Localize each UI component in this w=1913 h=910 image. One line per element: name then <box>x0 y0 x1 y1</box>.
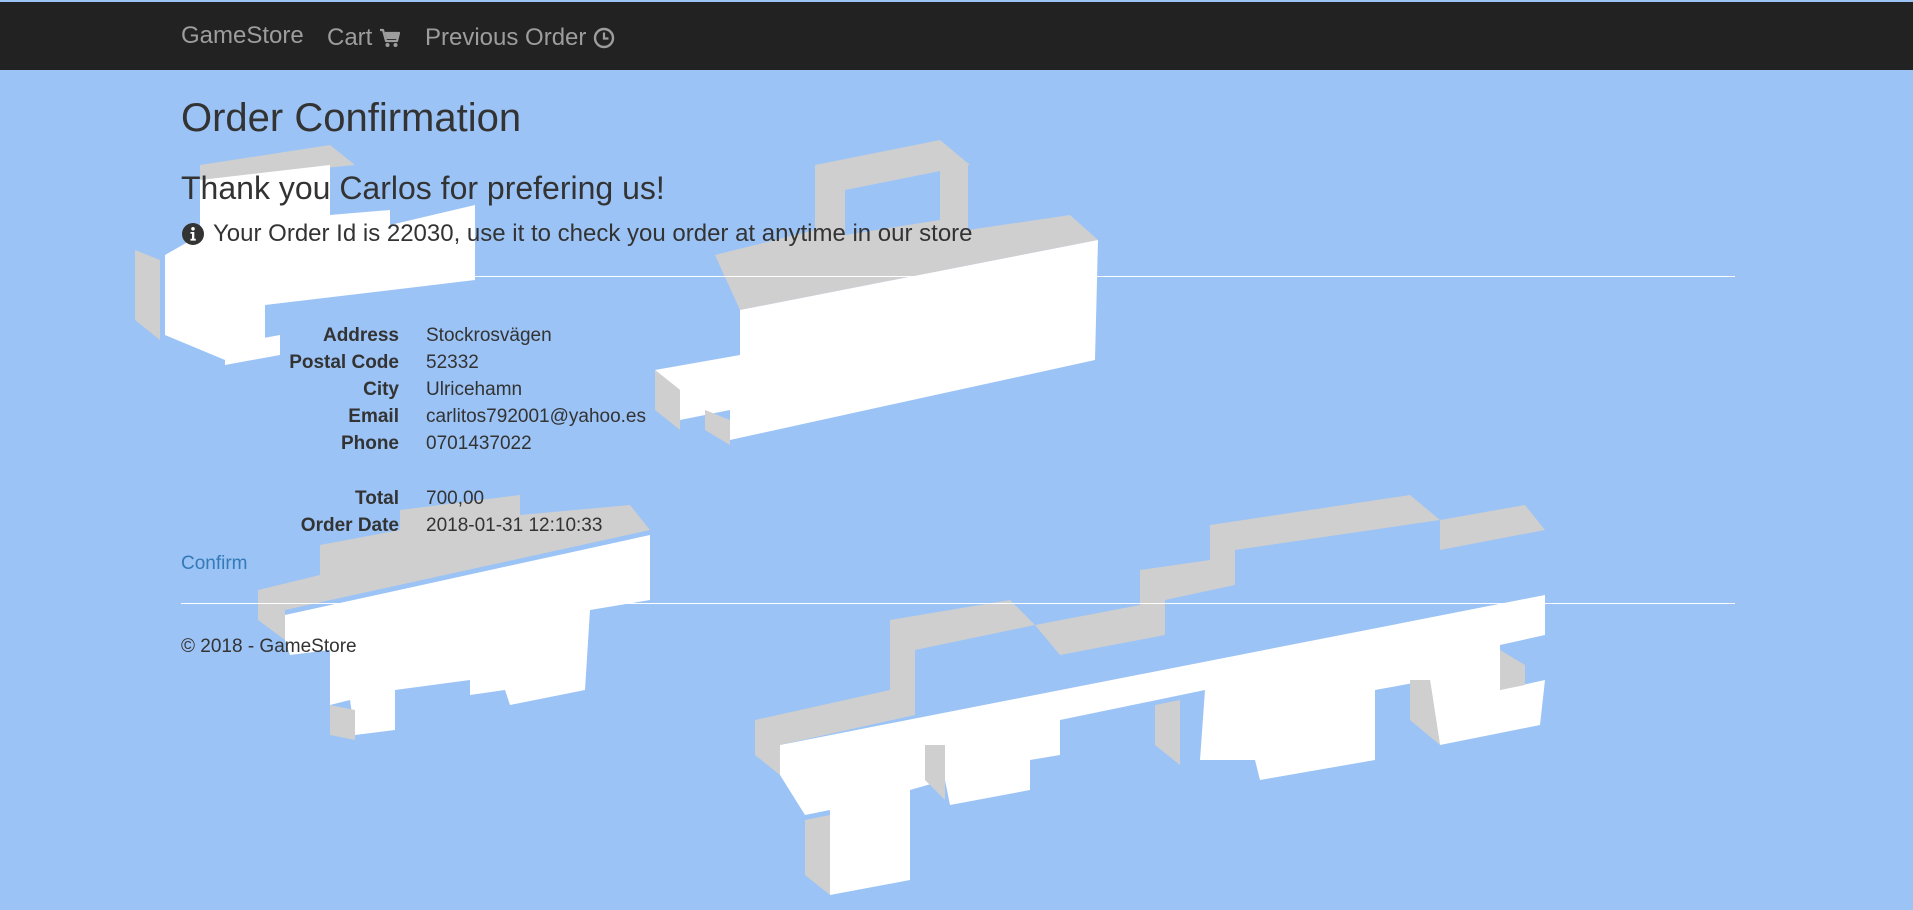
order-id-text: Your Order Id is 22030, use it to check … <box>213 220 973 247</box>
order-id-message: Your Order Id is 22030, use it to check … <box>181 220 973 248</box>
nav-cart-label: Cart <box>327 24 373 51</box>
divider-bottom <box>181 603 1735 604</box>
thank-you-heading: Thank you Carlos for prefering us! <box>181 170 665 206</box>
footer-copyright: © 2018 - GameStore <box>181 636 357 657</box>
detail-label-total: Total <box>355 488 399 509</box>
detail-label-phone: Phone <box>340 433 399 454</box>
shopping-cart-icon <box>380 28 401 47</box>
nav-previous-order-label: Previous Order <box>425 24 587 51</box>
page-title: Order Confirmation <box>181 96 522 140</box>
detail-label-postal-code: Postal Code <box>289 352 399 373</box>
brand-link[interactable]: GameStore <box>181 22 304 50</box>
detail-value-total: 700,00 <box>426 488 485 509</box>
detail-value-phone: 0701437022 <box>426 433 532 454</box>
top-navbar: GameStore Cart Previous Order <box>0 2 1913 70</box>
nav-cart-link[interactable]: Cart <box>327 24 401 52</box>
detail-label-email: Email <box>348 406 399 427</box>
detail-label-city: City <box>363 379 399 400</box>
clock-icon <box>594 27 615 49</box>
detail-value-address: Stockrosvägen <box>426 325 552 346</box>
detail-label-address: Address <box>322 325 399 346</box>
info-circle-icon <box>182 223 204 245</box>
detail-label-order-date: Order Date <box>300 515 399 536</box>
cloud-top-center <box>655 140 1098 445</box>
cloud-bottom-right <box>755 495 1545 895</box>
confirm-link[interactable]: Confirm <box>181 553 248 575</box>
detail-value-email: carlitos792001@yahoo.es <box>426 406 646 427</box>
detail-value-city: Ulricehamn <box>426 379 523 400</box>
nav-previous-order-link[interactable]: Previous Order <box>425 24 615 52</box>
detail-value-postal-code: 52332 <box>426 352 479 373</box>
detail-value-order-date: 2018-01-31 12:10:33 <box>426 515 603 536</box>
divider-top <box>181 276 1735 277</box>
